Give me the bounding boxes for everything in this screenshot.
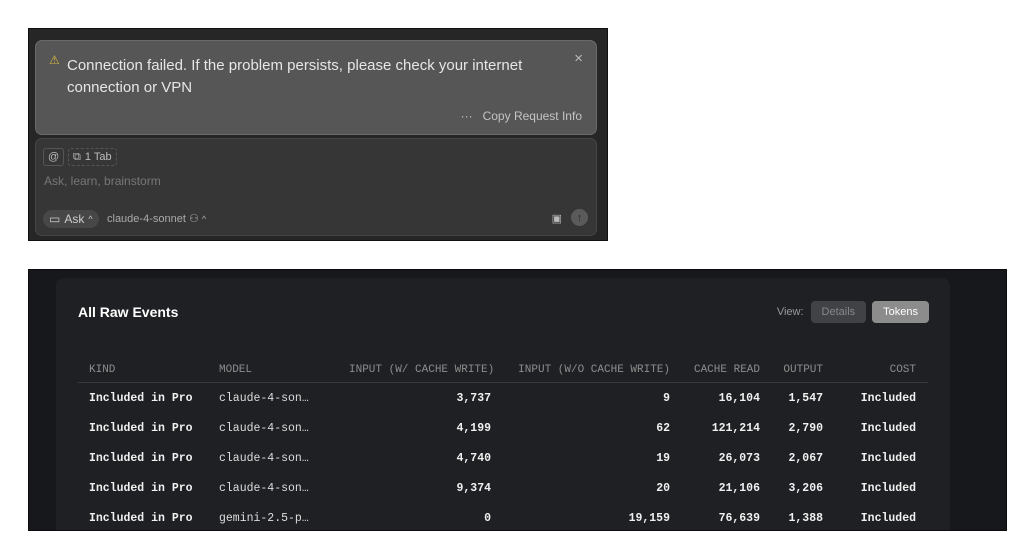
table-row: Included in Pro claude-4-son… 4,740 19 26,07…: [78, 443, 928, 473]
cell-kind: Included in Pro: [89, 511, 193, 525]
chat-input[interactable]: Ask, learn, brainstorm: [44, 174, 161, 188]
cell-input-without-cache-write: 19,159: [628, 511, 670, 525]
close-icon[interactable]: ×: [574, 50, 583, 67]
copy-request-info-label: Copy Request Info: [482, 109, 582, 123]
col-output[interactable]: OUTPUT: [760, 364, 823, 376]
cell-output: 2,790: [788, 421, 823, 435]
view-details-button[interactable]: Details: [810, 301, 867, 323]
chevron-up-icon: ^: [201, 214, 207, 224]
cell-input-without-cache-write: 9: [663, 391, 670, 405]
at-icon: @: [48, 151, 60, 163]
error-message: Connection failed. If the problem persis…: [67, 57, 523, 96]
send-button[interactable]: ↑: [571, 209, 588, 226]
tabs-icon: ⧉: [73, 150, 81, 163]
col-cache-read[interactable]: CACHE READ: [670, 364, 760, 376]
cell-output: 2,067: [788, 451, 823, 465]
image-icon[interactable]: ▣: [552, 212, 562, 225]
table-row: Included in Pro claude-4-son… 3,737 9 16,104…: [78, 383, 928, 413]
mode-label: Ask: [64, 212, 85, 226]
cell-kind: Included in Pro: [89, 391, 193, 405]
cell-input-without-cache-write: 19: [656, 451, 670, 465]
cell-input-with-cache-write: 9,374: [456, 481, 491, 495]
cell-cache-read: 21,106: [718, 481, 760, 495]
cell-output: 1,388: [788, 511, 823, 525]
cell-kind: Included in Pro: [89, 421, 193, 435]
events-table: KIND MODEL INPUT (W/ CACHE WRITE) INPUT …: [78, 358, 928, 530]
cell-cache-read: 121,214: [711, 421, 760, 435]
mention-button[interactable]: @: [43, 148, 65, 166]
chat-input-box: @ ⧉ 1 Tab Ask, learn, brainstorm ▭ Ask ^…: [35, 138, 597, 236]
cell-cache-read: 76,639: [718, 511, 760, 525]
arrow-up-icon: ↑: [576, 211, 583, 224]
table-row: Included in Pro claude-4-son… 9,374 20 21,10…: [78, 473, 928, 503]
tab-context-chip[interactable]: ⧉ 1 Tab: [68, 148, 117, 166]
col-model[interactable]: MODEL: [219, 364, 349, 376]
section-title: All Raw Events: [78, 304, 179, 320]
raw-events-card: All Raw Events View: Details Tokens KIND…: [56, 278, 950, 530]
cell-cost: Included: [860, 391, 916, 405]
cell-kind: Included in Pro: [89, 481, 193, 495]
usage-panel: All Raw Events View: Details Tokens KIND…: [28, 269, 1007, 531]
view-label: View:: [776, 306, 804, 318]
copy-request-info-button[interactable]: ··· Copy Request Info: [461, 109, 582, 123]
cell-cost: Included: [860, 481, 916, 495]
cell-cost: Included: [860, 511, 916, 525]
tab-chip-label: 1 Tab: [84, 151, 112, 163]
cell-model: claude-4-son…: [219, 391, 309, 405]
cell-model: claude-4-son…: [219, 421, 309, 435]
col-cost[interactable]: COST: [823, 364, 916, 376]
col-input-without-cache-write[interactable]: INPUT (W/O CACHE WRITE): [491, 364, 670, 376]
cell-input-with-cache-write: 0: [484, 511, 491, 525]
cell-kind: Included in Pro: [89, 451, 193, 465]
cell-input-without-cache-write: 20: [656, 481, 670, 495]
model-label: claude-4-sonnet: [107, 213, 186, 225]
table-row: Included in Pro gemini-2.5-p… 0 19,159 76,63…: [78, 503, 928, 530]
view-tokens-button[interactable]: Tokens: [872, 301, 929, 323]
error-banner: ⚠ Connection failed. If the problem pers…: [35, 40, 597, 135]
col-kind[interactable]: KIND: [78, 364, 219, 376]
cell-cache-read: 16,104: [718, 391, 760, 405]
cell-input-with-cache-write: 4,740: [456, 451, 491, 465]
col-input-with-cache-write[interactable]: INPUT (W/ CACHE WRITE): [349, 364, 494, 376]
mode-selector[interactable]: ▭ Ask ^: [43, 210, 99, 228]
view-toggle: View: Details Tokens: [777, 301, 929, 323]
model-selector[interactable]: claude-4-sonnet ⚇ ^: [107, 212, 206, 225]
cell-output: 1,547: [788, 391, 823, 405]
cell-input-without-cache-write: 62: [656, 421, 670, 435]
cell-model: claude-4-son…: [219, 451, 309, 465]
brain-icon: ⚇: [188, 213, 199, 225]
cell-model: claude-4-son…: [219, 481, 309, 495]
cell-input-with-cache-write: 4,199: [456, 421, 491, 435]
chevron-up-icon: ^: [88, 214, 93, 224]
cell-cost: Included: [860, 451, 916, 465]
chat-bubble-icon: ▭: [49, 212, 61, 226]
table-row: Included in Pro claude-4-son… 4,199 62 121,2…: [78, 413, 928, 443]
cell-cost: Included: [860, 421, 916, 435]
cell-cache-read: 26,073: [718, 451, 760, 465]
cell-output: 3,206: [788, 481, 823, 495]
cell-model: gemini-2.5-p…: [219, 511, 309, 525]
table-header: KIND MODEL INPUT (W/ CACHE WRITE) INPUT …: [78, 358, 928, 383]
more-icon: ···: [460, 109, 473, 123]
warning-icon: ⚠: [49, 53, 60, 67]
chat-panel: ⚠ Connection failed. If the problem pers…: [28, 28, 608, 241]
cell-input-with-cache-write: 3,737: [456, 391, 491, 405]
